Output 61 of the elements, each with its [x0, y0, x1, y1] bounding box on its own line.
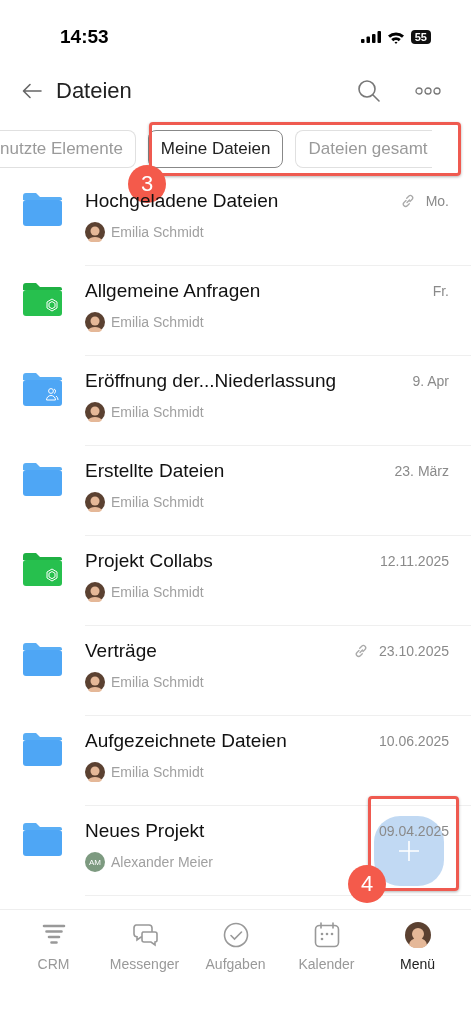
- folder-icon: [23, 732, 62, 766]
- hexagon-folder-icon: [23, 282, 62, 316]
- modified-date: 23. März: [394, 463, 449, 479]
- avatar: [85, 582, 105, 602]
- owner-name: Emilia Schmidt: [111, 404, 204, 420]
- folder-icon: [23, 822, 62, 856]
- filter-tab[interactable]: Dateien gesamt: [295, 130, 432, 168]
- tab-label[interactable]: Kalender: [298, 956, 355, 972]
- calendar-icon[interactable]: [313, 922, 340, 948]
- owner-name: Alexander Meier: [111, 854, 213, 870]
- screen-title: Dateien: [56, 78, 132, 104]
- status-time: 14:53: [60, 26, 109, 48]
- modified-date: Mo.: [425, 193, 449, 209]
- tab-label[interactable]: Menü: [400, 956, 435, 972]
- plus-icon: [398, 840, 420, 862]
- folder-name: Verträge: [85, 640, 157, 662]
- folder-name: Neues Projekt: [85, 820, 205, 842]
- owner-name: Emilia Schmidt: [111, 764, 204, 780]
- owner-name: Emilia Schmidt: [111, 494, 204, 510]
- folder-icon: [23, 462, 62, 496]
- tab-label[interactable]: Aufgaben: [205, 956, 266, 972]
- folder-name: Allgemeine Anfragen: [85, 280, 261, 302]
- modified-date: 10.06.2025: [378, 733, 449, 749]
- wifi-icon: [386, 30, 405, 44]
- back-arrow-icon[interactable]: [22, 83, 42, 99]
- signal-icon: [360, 31, 381, 43]
- modified-date: 9. Apr: [412, 373, 449, 389]
- avatar: [85, 492, 105, 512]
- tab-label[interactable]: CRM: [37, 956, 70, 972]
- modified-date: 12.11.2025: [379, 553, 449, 569]
- owner-name: Emilia Schmidt: [111, 674, 204, 690]
- hexagon-folder-icon: [23, 552, 62, 586]
- folder-name: Aufgezeichnete Dateien: [85, 730, 287, 752]
- check-circle-icon[interactable]: [222, 922, 249, 948]
- search-icon[interactable]: [357, 79, 381, 103]
- chat-bubbles-icon[interactable]: [131, 922, 158, 948]
- filter-tab[interactable]: nutzte Elemente: [0, 130, 136, 168]
- folder-icon: [23, 192, 62, 226]
- modified-date: Fr.: [432, 283, 449, 299]
- tab-label[interactable]: Messenger: [109, 956, 180, 972]
- avatar: AM: [85, 852, 105, 872]
- avatar: [85, 312, 105, 332]
- avatar: [85, 402, 105, 422]
- people-folder-icon: [23, 372, 62, 406]
- avatar: [85, 222, 105, 242]
- more-icon[interactable]: [415, 87, 441, 95]
- owner-name: Emilia Schmidt: [111, 584, 204, 600]
- folder-name: Eröffnung der...Niederlassung: [85, 370, 337, 392]
- callout-number: 4: [348, 865, 386, 903]
- owner-name: Emilia Schmidt: [111, 224, 204, 240]
- modified-date: 23.10.2025: [378, 643, 449, 659]
- avatar: [85, 762, 105, 782]
- folder-name: Erstellte Dateien: [85, 460, 225, 482]
- folder-icon: [23, 642, 62, 676]
- filter-tab[interactable]: Meine Dateien: [147, 130, 284, 168]
- folder-name: Hochgeladene Dateien: [85, 190, 279, 212]
- avatar: [85, 672, 105, 692]
- battery-level: 55: [410, 30, 431, 44]
- folder-name: Projekt Collabs: [85, 550, 213, 572]
- avatar[interactable]: [404, 922, 431, 948]
- owner-name: Emilia Schmidt: [111, 314, 204, 330]
